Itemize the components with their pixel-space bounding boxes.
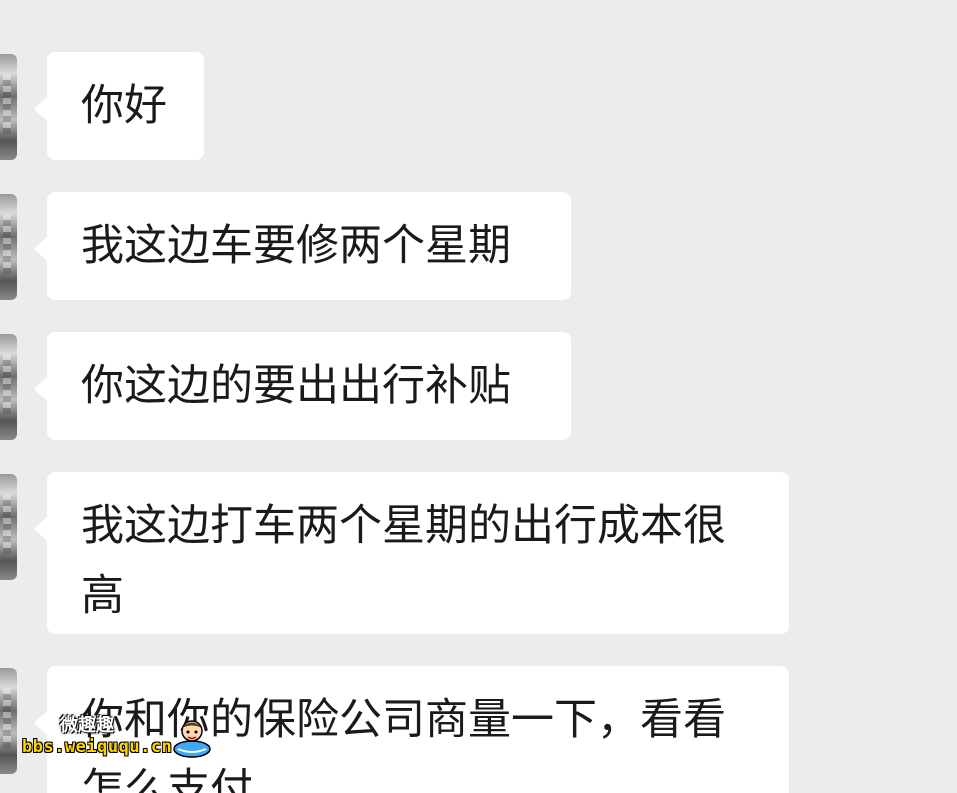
message-bubble[interactable]: 你这边的要出出行补贴 [34, 332, 571, 440]
message-text: 我这边打车两个星期的出行成本很高 [81, 501, 726, 621]
message-bubble[interactable]: 我这边打车两个星期的出行成本很高 [34, 472, 789, 634]
message-text: 我这边车要修两个星期 [81, 221, 511, 271]
contact-avatar[interactable] [0, 474, 17, 580]
watermark: 微趣趣 bbs.weiququ.cn [22, 711, 232, 781]
message-text: 你好 [81, 81, 167, 131]
message-bubble[interactable]: 我这边车要修两个星期 [34, 192, 571, 300]
chat-conversation: 你好 我这边车要修两个星期 你这边的要出出行补贴 我这边打车两个星期的出行成本很… [0, 0, 957, 793]
watermark-url: bbs.weiququ.cn [22, 737, 173, 757]
mascot-icon [173, 720, 211, 758]
contact-avatar[interactable] [0, 668, 17, 774]
message-bubble[interactable]: 你好 [34, 52, 204, 160]
message-text: 你这边的要出出行补贴 [81, 361, 511, 411]
contact-avatar[interactable] [0, 334, 17, 440]
contact-avatar[interactable] [0, 194, 17, 300]
watermark-name: 微趣趣 [60, 715, 114, 736]
contact-avatar[interactable] [0, 54, 17, 160]
